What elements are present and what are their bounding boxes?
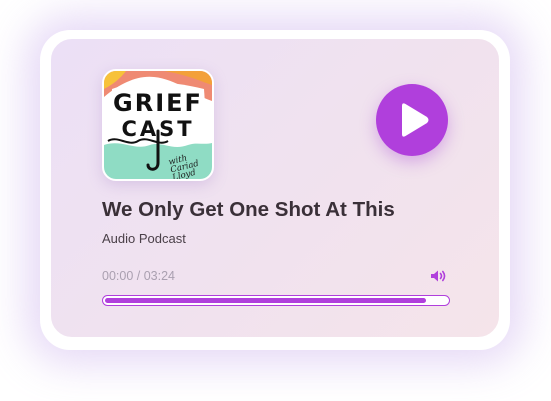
progress-fill [105, 298, 426, 303]
audio-player-card: GRIEF CAST with Cariad Lloyd We Only Get… [50, 38, 500, 338]
cover-title-word-1: GRIEF [113, 89, 203, 117]
current-time: 00:00 [102, 269, 134, 283]
play-button[interactable] [376, 84, 448, 156]
volume-button[interactable] [430, 268, 448, 282]
progress-bar[interactable] [102, 295, 450, 306]
podcast-cover-art: GRIEF CAST with Cariad Lloyd [102, 69, 214, 181]
cover-title-word-2: CAST [121, 117, 195, 141]
play-icon [402, 103, 429, 137]
episode-type: Audio Podcast [102, 231, 186, 246]
time-display: 00:00 / 03:24 [102, 269, 175, 283]
page: GRIEF CAST with Cariad Lloyd We Only Get… [0, 0, 551, 401]
total-time: 03:24 [143, 269, 175, 283]
time-separator: / [133, 269, 144, 283]
episode-title: We Only Get One Shot At This [102, 198, 395, 221]
volume-icon [431, 270, 446, 282]
